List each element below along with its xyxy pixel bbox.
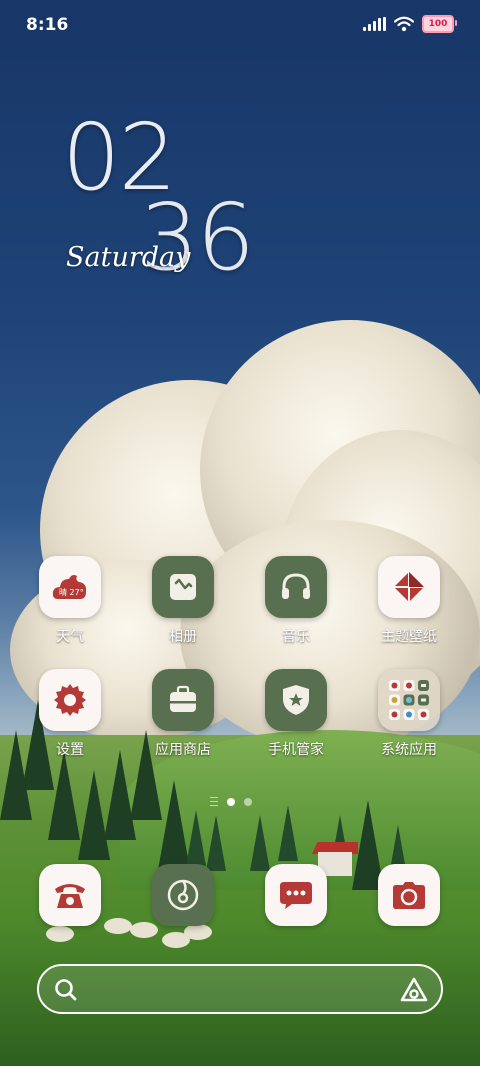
- app-store[interactable]: 应用商店: [133, 669, 233, 759]
- app-folder-system[interactable]: 系统应用: [359, 669, 459, 759]
- dock-phone[interactable]: [20, 864, 120, 926]
- cellular-signal-icon: [363, 17, 386, 31]
- page-dot: [244, 797, 252, 806]
- messages-icon: [265, 864, 327, 926]
- app-label-themes: 主题壁纸: [381, 629, 437, 645]
- phone-icon: [39, 864, 101, 926]
- app-music[interactable]: 音乐: [246, 556, 346, 646]
- app-phone-manager[interactable]: 手机管家: [246, 669, 346, 759]
- dock-messages[interactable]: [246, 864, 346, 926]
- dock-browser[interactable]: [133, 864, 233, 926]
- visual-search-icon[interactable]: [399, 976, 429, 1004]
- app-label-app-store: 应用商店: [155, 742, 211, 758]
- clock-day: Saturday: [66, 242, 191, 273]
- dock-camera[interactable]: [359, 864, 459, 926]
- app-label-phone-manager: 手机管家: [268, 742, 324, 758]
- status-bar: 8:16 100: [0, 0, 480, 50]
- app-label-settings: 设置: [56, 742, 84, 758]
- system-apps-folder-icon: [378, 669, 440, 731]
- wifi-icon: [394, 16, 414, 32]
- browser-icon: [152, 864, 214, 926]
- app-store-icon: [152, 669, 214, 731]
- page-indicator[interactable]: [210, 797, 252, 806]
- search-icon: [55, 979, 77, 1001]
- app-label-music: 音乐: [282, 629, 310, 645]
- phone-manager-icon: [265, 669, 327, 731]
- app-label-weather: 天气: [56, 629, 84, 645]
- app-gallery[interactable]: 相册: [133, 556, 233, 646]
- battery-icon: 100: [422, 15, 457, 33]
- page-indicator-menu-icon: [210, 797, 218, 806]
- app-settings[interactable]: 设置: [20, 669, 120, 759]
- status-time: 8:16: [26, 15, 69, 35]
- app-themes[interactable]: 主题壁纸: [359, 556, 459, 646]
- music-icon: [265, 556, 327, 618]
- weather-icon: 晴 27°: [39, 556, 101, 618]
- themes-icon: [378, 556, 440, 618]
- camera-icon: [378, 864, 440, 926]
- weather-icon-text: 晴 27°: [59, 587, 84, 597]
- app-label-system-apps: 系统应用: [381, 742, 437, 758]
- gallery-icon: [152, 556, 214, 618]
- app-weather[interactable]: 晴 27° 天气: [20, 556, 120, 646]
- page-dot-current: [227, 797, 235, 806]
- search-bar[interactable]: [37, 964, 443, 1014]
- battery-level: 100: [428, 19, 448, 29]
- settings-icon: [39, 669, 101, 731]
- app-label-gallery: 相册: [169, 629, 197, 645]
